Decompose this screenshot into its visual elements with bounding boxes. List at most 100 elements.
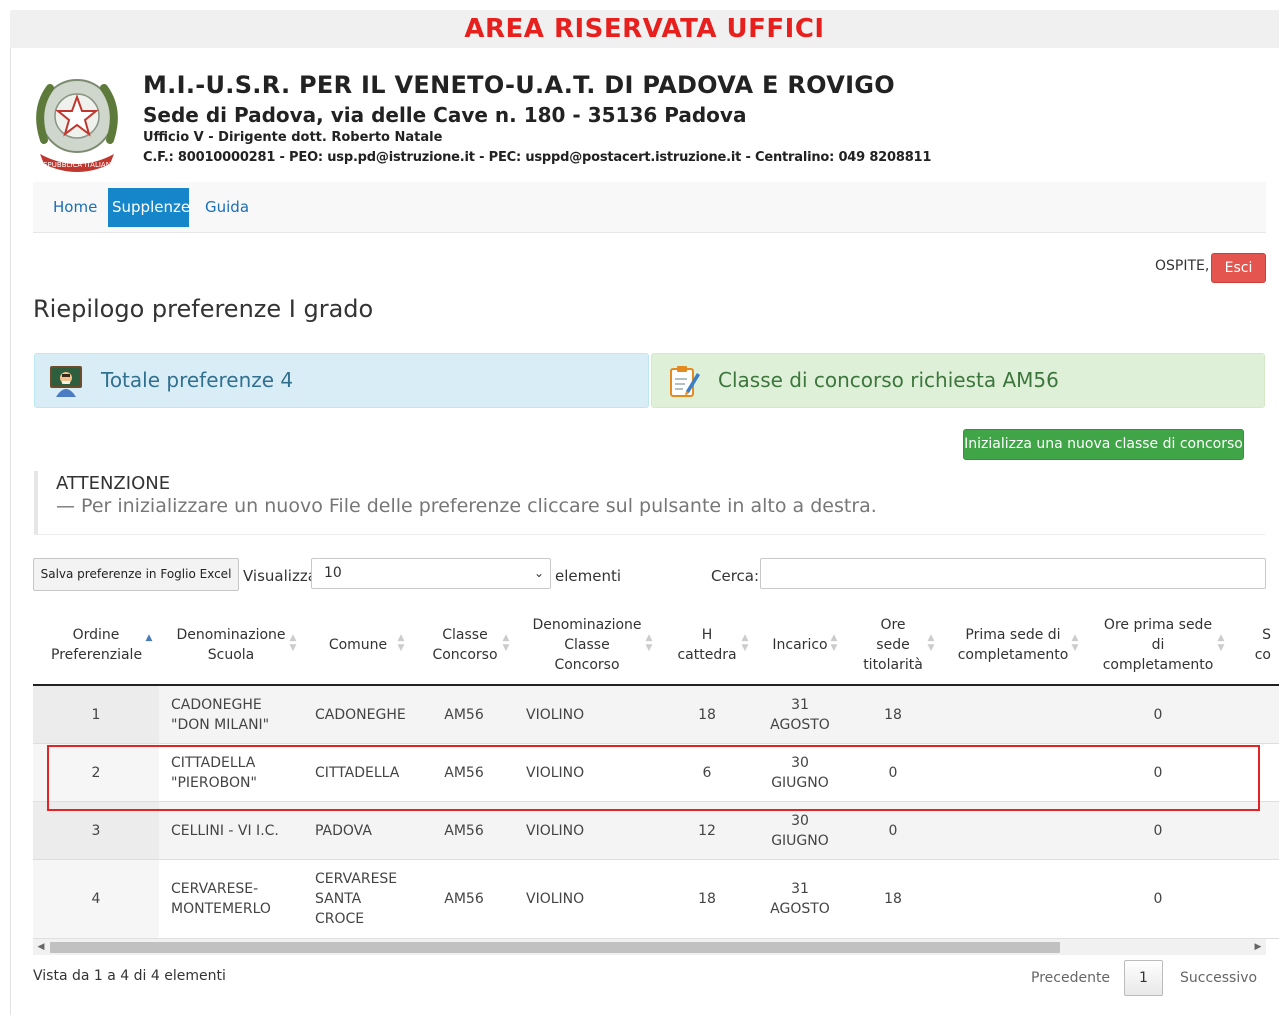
cell-prima-sede: [955, 686, 1075, 743]
cell-prima-sede: [955, 860, 1075, 938]
class-panel: Classe di concorso richiesta AM56: [651, 353, 1265, 408]
total-preferences-text: Totale preferenze 4: [101, 368, 294, 392]
col-denominazione[interactable]: Denominazione Classe Concorso ▲ ▼: [517, 603, 657, 686]
cell-incarico: 31 AGOSTO: [770, 881, 830, 917]
col-prima-sede[interactable]: Prima sede di completamento ▲ ▼: [943, 603, 1083, 686]
show-label: Visualizza: [243, 567, 317, 585]
col-incarico[interactable]: Incarico ▲ ▼: [757, 603, 843, 686]
cell-denominazione: VIOLINO: [526, 706, 585, 723]
nav-supplenze[interactable]: Supplenze: [108, 188, 190, 227]
scroll-left-icon[interactable]: ◀: [34, 940, 48, 954]
top-banner: AREA RISERVATA UFFICI: [10, 10, 1279, 48]
elements-label: elementi: [555, 567, 622, 585]
cell-prima-sede: [955, 802, 1075, 859]
cell-incarico: 31 AGOSTO: [770, 696, 830, 733]
page-length-select[interactable]: 10 ⌄: [311, 558, 551, 589]
new-class-button[interactable]: Inizializza una nuova classe di concorso: [963, 429, 1244, 460]
nav-guida[interactable]: Guida: [201, 188, 253, 227]
cell-classe: AM56: [444, 891, 484, 907]
table-row[interactable]: 2 CITTADELLA "PIEROBON" CITTADELLA AM56 …: [33, 744, 1279, 802]
class-text: Classe di concorso richiesta AM56: [718, 368, 1059, 392]
page-title: Riepilogo preferenze I grado: [33, 295, 374, 323]
cell-classe: AM56: [444, 706, 484, 723]
cell-ordine: 1: [91, 706, 101, 723]
pagination-page-1[interactable]: 1: [1124, 960, 1163, 996]
table-row[interactable]: 1 CADONEGHE "DON MILANI" CADONEGHE AM56 …: [33, 686, 1279, 744]
search-label: Cerca:: [711, 567, 760, 585]
scrollbar-thumb[interactable]: [50, 942, 1060, 953]
preferences-table: Ordine Preferenziale ▲ Denominazione Scuo…: [33, 603, 1279, 939]
sort-arrows-icon: ▲ ▼: [1217, 633, 1225, 653]
col-classe[interactable]: Classe Concorso ▲ ▼: [413, 603, 517, 686]
table-row[interactable]: 4 CERVARESE-MONTEMERLO CERVARESE SANTA C…: [33, 860, 1279, 939]
cell-ore-sede: 18: [884, 891, 902, 907]
cell-h: 18: [698, 891, 716, 907]
cell-comune: CITTADELLA: [315, 764, 400, 781]
col-ordine[interactable]: Ordine Preferenziale ▲: [33, 603, 159, 686]
exit-button[interactable]: Esci: [1211, 253, 1266, 283]
cell-incarico: 30 GIUGNO: [771, 812, 829, 849]
header-office: Ufficio V - Dirigente dott. Roberto Nata…: [143, 130, 443, 145]
cell-ordine: 4: [91, 891, 101, 907]
user-label: OSPITE,: [1155, 258, 1210, 274]
horizontal-scrollbar[interactable]: ◀ ▶: [33, 938, 1266, 955]
cell-h: 6: [702, 764, 712, 781]
sort-arrows-icon: ▲: [145, 633, 153, 643]
cell-denominazione: VIOLINO: [526, 822, 585, 839]
table-row[interactable]: 3 CELLINI - VI I.C. PADOVA AM56 VIOLINO …: [33, 802, 1279, 860]
cell-comune: PADOVA: [315, 822, 372, 839]
table-header: Ordine Preferenziale ▲ Denominazione Scuo…: [33, 603, 1279, 686]
cell-ordine: 2: [91, 764, 101, 781]
pagination-previous[interactable]: Precedente: [1031, 970, 1110, 986]
col-ore-sede[interactable]: Ore sede titolarità ▲ ▼: [843, 603, 943, 686]
cell-ore-prima: 0: [1153, 891, 1163, 907]
cell-ore-prima: 0: [1153, 822, 1163, 839]
save-excel-button[interactable]: Salva preferenze in Foglio Excel: [33, 558, 239, 591]
cell-h: 12: [698, 822, 716, 839]
col-scuola[interactable]: Denominazione Scuola ▲ ▼: [159, 603, 303, 686]
page-length-value: 10: [324, 565, 342, 581]
italian-republic-emblem-icon: REPUBBLICA ITALIANA: [36, 79, 118, 172]
col-h-cattedra[interactable]: H cattedra ▲ ▼: [657, 603, 757, 686]
sort-arrows-icon: ▲ ▼: [289, 633, 297, 653]
total-preferences-panel: Totale preferenze 4: [34, 353, 649, 408]
sort-arrows-icon: ▲ ▼: [502, 633, 510, 653]
sort-arrows-icon: ▲ ▼: [927, 633, 935, 653]
cell-scuola: CITTADELLA "PIEROBON": [171, 754, 257, 791]
scroll-right-icon[interactable]: ▶: [1251, 940, 1265, 954]
cell-incarico: 30 GIUGNO: [771, 754, 829, 791]
cell-classe: AM56: [444, 822, 484, 839]
teacher-icon: [50, 366, 82, 397]
cell-comune: CADONEGHE: [315, 706, 406, 723]
table-info: Vista da 1 a 4 di 4 elementi: [33, 968, 226, 984]
col-comune[interactable]: Comune ▲ ▼: [303, 603, 413, 686]
pagination-next[interactable]: Successivo: [1180, 970, 1257, 986]
cell-ore-prima: 0: [1153, 764, 1163, 781]
cell-ore-prima: 0: [1153, 706, 1163, 723]
cell-scuola: CERVARESE-MONTEMERLO: [171, 881, 271, 917]
cell-h: 18: [698, 706, 716, 723]
search-input[interactable]: [760, 558, 1266, 589]
warning-text: — Per inizializzare un nuovo File delle …: [56, 495, 877, 517]
cell-ore-sede: 0: [888, 822, 898, 839]
cell-prima-sede: [955, 744, 1075, 801]
col-ore-prima-sede[interactable]: Ore prima sede di completamento ▲ ▼: [1083, 603, 1233, 686]
cell-comune: CERVARESE SANTA CROCE: [315, 871, 398, 927]
clipboard-icon: [670, 366, 700, 397]
cell-scuola: CELLINI - VI I.C.: [171, 822, 279, 839]
chevron-down-icon: ⌄: [533, 566, 544, 580]
sort-arrows-icon: ▲ ▼: [1071, 633, 1079, 653]
cell-scuola: CADONEGHE "DON MILANI": [171, 696, 270, 733]
cell-denominazione: VIOLINO: [526, 764, 585, 781]
warning-title: ATTENZIONE: [56, 473, 171, 494]
nav-home[interactable]: Home: [49, 188, 101, 227]
header-title: M.I.-U.S.R. PER IL VENETO-U.A.T. DI PADO…: [143, 71, 895, 99]
svg-text:REPUBBLICA ITALIANA: REPUBBLICA ITALIANA: [38, 161, 116, 169]
cell-ore-sede: 18: [884, 706, 902, 723]
sort-arrows-icon: ▲ ▼: [397, 633, 405, 653]
col-secondary[interactable]: S co: [1245, 603, 1279, 686]
cell-denominazione: VIOLINO: [526, 891, 585, 907]
header-subtitle: Sede di Padova, via delle Cave n. 180 - …: [143, 103, 747, 127]
cell-ordine: 3: [91, 822, 101, 839]
sort-arrows-icon: ▲ ▼: [741, 633, 749, 653]
